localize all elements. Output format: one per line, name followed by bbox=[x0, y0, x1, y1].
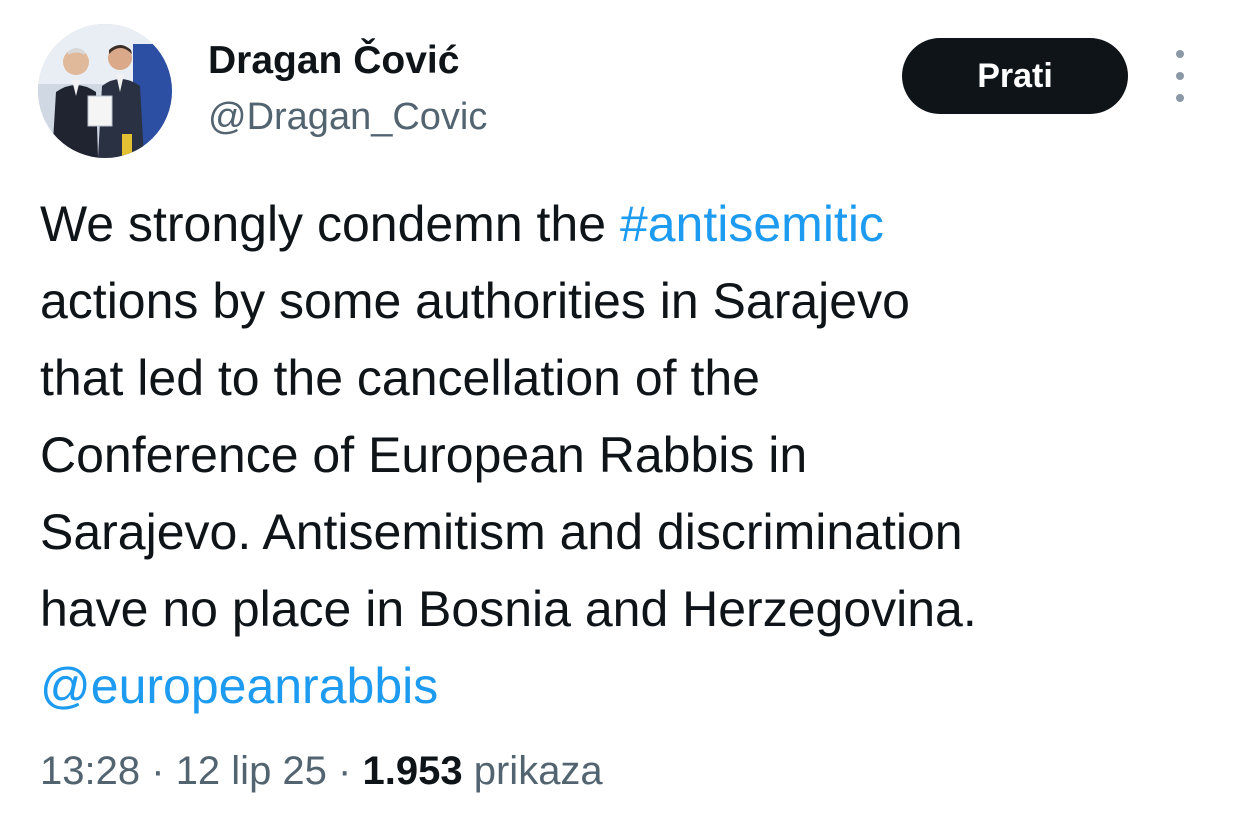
tweet-line: Sarajevo. Antisemitism and discriminatio… bbox=[40, 504, 963, 560]
views-count: 1.953 bbox=[362, 749, 463, 793]
tweet-date[interactable]: 12 lip 25 bbox=[176, 749, 327, 793]
hashtag-link[interactable]: #antisemitic bbox=[620, 196, 884, 252]
meta-separator: · bbox=[338, 749, 352, 793]
tweet-line: We strongly condemn the #antisemitic bbox=[40, 186, 1220, 263]
tweet-line: that led to the cancellation of the bbox=[40, 350, 760, 406]
tweet-line: have no place in Bosnia and Herzegovina. bbox=[40, 581, 977, 637]
author-display-name[interactable]: Dragan Čović bbox=[208, 38, 459, 84]
meta-separator: · bbox=[151, 749, 165, 793]
tweet-line-text: We strongly condemn the bbox=[40, 196, 620, 252]
views-label: prikaza bbox=[473, 749, 603, 793]
tweet-card: Dragan Čović @Dragan_Covic Prati We stro… bbox=[0, 0, 1242, 824]
dot bbox=[1176, 50, 1184, 58]
author-avatar[interactable] bbox=[38, 24, 172, 158]
tweet-meta: 13:28 · 12 lip 25 · 1.953 prikaza bbox=[40, 746, 603, 796]
follow-button[interactable]: Prati bbox=[902, 38, 1128, 114]
mention-link[interactable]: @europeanrabbis bbox=[40, 648, 1220, 725]
dot bbox=[1176, 72, 1184, 80]
tweet-line: actions by some authorities in Sarajevo bbox=[40, 273, 910, 329]
dot bbox=[1176, 94, 1184, 102]
tweet-line: Conference of European Rabbis in bbox=[40, 427, 808, 483]
avatar-photo bbox=[38, 24, 172, 158]
tweet-text: We strongly condemn the #antisemitic act… bbox=[40, 186, 1220, 725]
author-handle[interactable]: @Dragan_Covic bbox=[208, 94, 487, 140]
more-options-icon[interactable] bbox=[1160, 50, 1200, 102]
tweet-time[interactable]: 13:28 bbox=[40, 749, 140, 793]
